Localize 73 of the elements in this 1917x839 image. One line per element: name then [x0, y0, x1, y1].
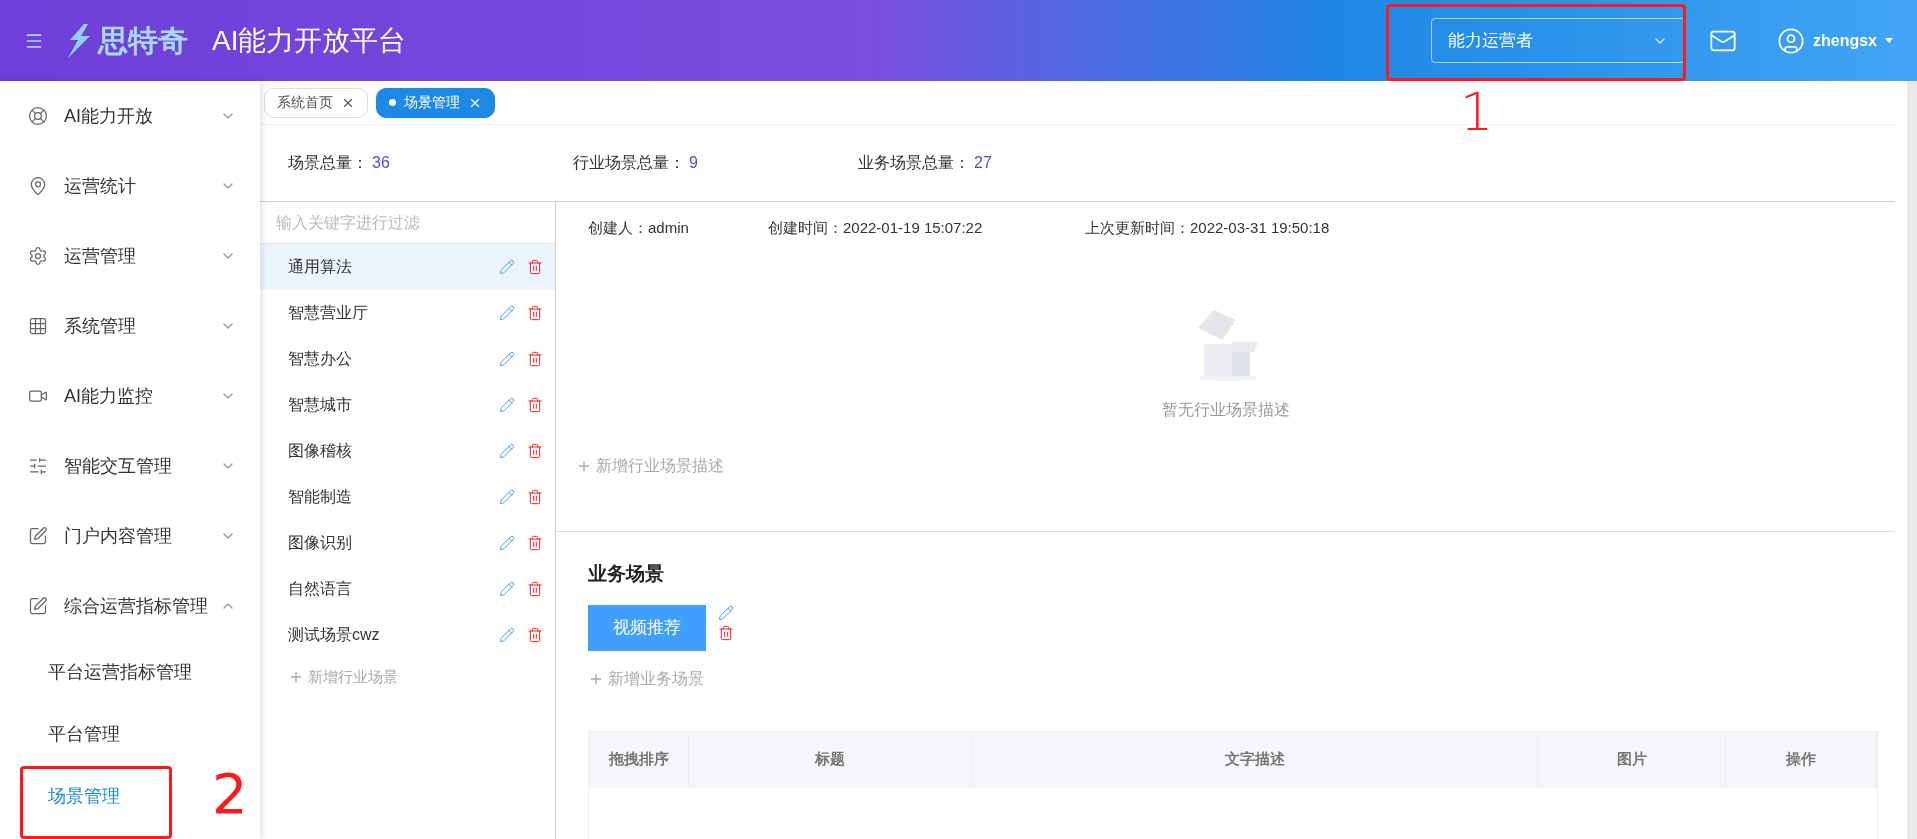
edit-icon[interactable]: [499, 259, 515, 275]
edit-icon: [28, 596, 48, 616]
logo-text: 思特奇: [98, 23, 188, 59]
sidebar-subitem[interactable]: 平台运营指标管理: [48, 641, 192, 703]
sidebar-item[interactable]: 综合运营指标管理: [0, 571, 260, 641]
sidebar-item[interactable]: 智能交互管理: [0, 431, 260, 501]
sidebar-item[interactable]: AI能力开放: [0, 81, 260, 151]
scene-list-item[interactable]: 智慧营业厅: [260, 290, 555, 336]
delete-icon[interactable]: [527, 535, 543, 551]
edit-icon[interactable]: [499, 305, 515, 321]
sidebar-subitem[interactable]: 平台管理: [48, 703, 120, 765]
settings-icon: [28, 246, 48, 266]
column-header: 拖拽排序: [589, 731, 689, 788]
sidebar-subitem[interactable]: 场景管理: [48, 765, 120, 827]
lifebuoy-icon: [28, 106, 48, 126]
column-header: 操作: [1726, 731, 1877, 788]
edit-icon[interactable]: [499, 489, 515, 505]
annotation-label: 1: [1460, 86, 1494, 138]
scene-list-item[interactable]: 通用算法: [260, 244, 555, 290]
stat-label: 行业场景总量：: [573, 153, 685, 173]
delete-icon[interactable]: [527, 443, 543, 459]
app-title: AI能力开放平台: [212, 23, 407, 58]
pin-icon: [28, 176, 48, 196]
meta-text: 创建人：admin: [588, 217, 690, 238]
delete-icon[interactable]: [527, 305, 543, 321]
plus-icon: [288, 669, 304, 685]
delete-icon[interactable]: [527, 351, 543, 367]
delete-icon[interactable]: [527, 397, 543, 413]
annotation-label: 2: [212, 766, 248, 822]
edit-icon[interactable]: [499, 351, 515, 367]
sidebar-item[interactable]: 运营统计: [0, 151, 260, 221]
stat-value: 27: [974, 153, 992, 173]
delete-icon[interactable]: [527, 581, 543, 597]
scene-list-item[interactable]: 图像稽核: [260, 428, 555, 474]
stat-label: 场景总量：: [288, 153, 368, 173]
section-title: 业务场景: [588, 562, 665, 586]
scene-list-item[interactable]: 测试场景cwz: [260, 612, 555, 658]
page-tab[interactable]: 系统首页: [264, 87, 368, 118]
sidebar-item[interactable]: 运营管理: [0, 221, 260, 291]
grid-icon: [28, 316, 48, 336]
column-header: 标题: [689, 731, 972, 788]
empty-state-text: 暂无行业场景描述: [1161, 400, 1290, 420]
delete-icon[interactable]: [527, 489, 543, 505]
user-avatar-icon: [1777, 26, 1805, 55]
sidebar-item[interactable]: AI能力监控: [0, 361, 260, 431]
edit-icon[interactable]: [499, 535, 515, 551]
scene-list-item[interactable]: 自然语言: [260, 566, 555, 612]
sidebar-item[interactable]: 系统管理: [0, 291, 260, 361]
meta-text: 上次更新时间：2022-03-31 19:50:18: [1085, 217, 1330, 238]
edit-icon[interactable]: [499, 581, 515, 597]
scene-list-item[interactable]: 智慧城市: [260, 382, 555, 428]
scene-list-item[interactable]: 智能制造: [260, 474, 555, 520]
stat-value: 36: [372, 153, 390, 173]
edit-icon[interactable]: [499, 627, 515, 643]
scene-list-item[interactable]: 图像识别: [260, 520, 555, 566]
delete-icon[interactable]: [718, 624, 734, 641]
edit-icon[interactable]: [499, 397, 515, 413]
delete-icon[interactable]: [527, 627, 543, 643]
edit-icon[interactable]: [718, 604, 734, 621]
column-header: 图片: [1538, 731, 1726, 788]
stat-value: 9: [689, 153, 698, 173]
column-header: 文字描述: [972, 731, 1538, 788]
edit-icon[interactable]: [499, 443, 515, 459]
edit-icon: [28, 526, 48, 546]
meta-text: 创建时间：2022-01-19 15:07:22: [768, 217, 984, 238]
plus-icon: [576, 458, 592, 474]
delete-icon[interactable]: [527, 259, 543, 275]
sidebar-item[interactable]: 门户内容管理: [0, 501, 260, 571]
sliders-icon: [28, 456, 48, 476]
filter-input[interactable]: 输入关键字进行过滤: [260, 202, 555, 244]
scene-list-item[interactable]: 智慧办公: [260, 336, 555, 382]
stat-label: 业务场景总量：: [858, 153, 970, 173]
page-tab[interactable]: 场景管理: [376, 87, 495, 118]
